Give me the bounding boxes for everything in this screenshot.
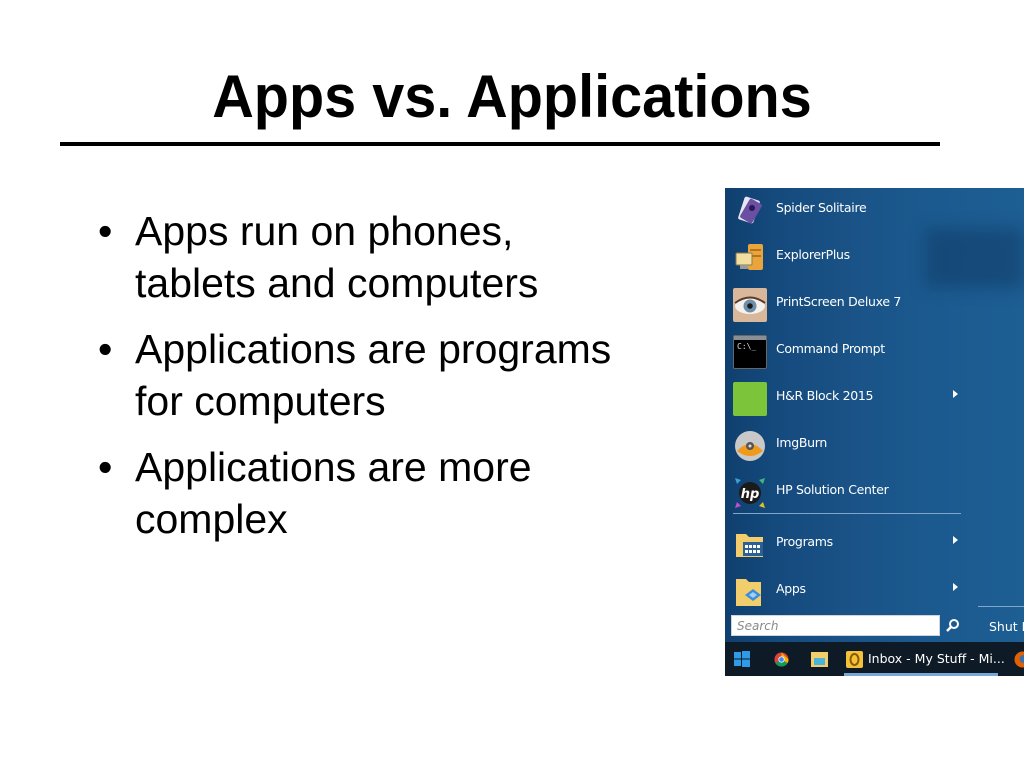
explorerplus-icon (735, 244, 763, 270)
search-placeholder: Search (737, 619, 779, 633)
command-prompt-icon: C:\_ (733, 335, 767, 369)
bullet-marker: • (98, 326, 113, 372)
menu-item-label: Apps (776, 581, 806, 596)
submenu-arrow-icon (953, 390, 958, 398)
search-input[interactable]: Search (731, 615, 940, 636)
menu-item-label: ExplorerPlus (776, 247, 850, 262)
search-icon[interactable] (946, 618, 960, 632)
svg-text:hp: hp (741, 487, 760, 502)
eye-icon (733, 288, 767, 322)
hr-block-icon (733, 382, 767, 416)
bullet-text-line: Apps run on phones, (135, 208, 514, 254)
chrome-icon[interactable] (774, 652, 789, 667)
taskbar-window-label[interactable]: Inbox - My Stuff - Mi... (868, 651, 1005, 666)
menu-item-command-prompt[interactable]: C:\_ Command Prompt (725, 329, 965, 373)
start-menu-screenshot: Spider Solitaire ExplorerPlus PrintScree… (725, 188, 1024, 676)
menu-item-explorerplus[interactable]: ExplorerPlus (725, 235, 965, 279)
menu-item-printscreen-deluxe[interactable]: PrintScreen Deluxe 7 (725, 282, 965, 326)
programs-folder-icon (736, 534, 763, 557)
outlook-icon[interactable] (846, 651, 863, 668)
menu-item-programs[interactable]: Programs (725, 522, 965, 566)
menu-item-apps[interactable]: Apps (725, 569, 965, 613)
menu-item-spider-solitaire[interactable]: Spider Solitaire (725, 188, 965, 232)
file-explorer-icon[interactable] (811, 652, 828, 667)
shut-down-button[interactable]: Shut D (989, 619, 1024, 634)
bullet-list: • Apps run on phones, tablets and comput… (98, 205, 698, 559)
hp-logo-icon: hp (735, 478, 765, 508)
menu-item-label: ImgBurn (776, 435, 828, 450)
windows-start-icon[interactable] (734, 651, 750, 667)
apps-folder-icon (736, 579, 761, 606)
bullet-text-line: Applications are more (135, 444, 532, 490)
menu-divider (733, 513, 961, 514)
menu-item-label: HP Solution Center (776, 482, 889, 497)
spider-solitaire-icon (738, 196, 762, 224)
bullet-item: • Applications are programs for computer… (98, 323, 698, 427)
active-window-indicator (844, 673, 998, 676)
menu-item-label: Programs (776, 534, 833, 549)
title-divider (60, 142, 940, 146)
bullet-text-line: complex (135, 496, 288, 542)
menu-item-label: Spider Solitaire (776, 200, 867, 215)
right-pane-divider (978, 606, 1024, 607)
imgburn-disc-icon (735, 431, 765, 461)
bullet-marker: • (98, 444, 113, 490)
submenu-arrow-icon (953, 583, 958, 591)
menu-item-label: H&R Block 2015 (776, 388, 874, 403)
menu-item-imgburn[interactable]: ImgBurn (725, 423, 965, 467)
bullet-text-line: tablets and computers (135, 260, 539, 306)
taskbar: Inbox - My Stuff - Mi... (725, 642, 1024, 676)
menu-item-label: PrintScreen Deluxe 7 (776, 294, 902, 309)
bullet-text-line: Applications are programs (135, 326, 612, 372)
submenu-arrow-icon (953, 536, 958, 544)
menu-item-hp-solution-center[interactable]: hp HP Solution Center (725, 470, 965, 514)
bullet-marker: • (98, 208, 113, 254)
cmd-icon-text: C:\_ (737, 342, 757, 351)
menu-item-label: Command Prompt (776, 341, 885, 356)
slide-title: Apps vs. Applications (212, 63, 812, 130)
bullet-text-line: for computers (135, 378, 386, 424)
firefox-icon[interactable] (1014, 651, 1024, 668)
bullet-item: • Applications are more complex (98, 441, 698, 545)
menu-item-hr-block[interactable]: H&R Block 2015 (725, 376, 965, 420)
bullet-item: • Apps run on phones, tablets and comput… (98, 205, 698, 309)
